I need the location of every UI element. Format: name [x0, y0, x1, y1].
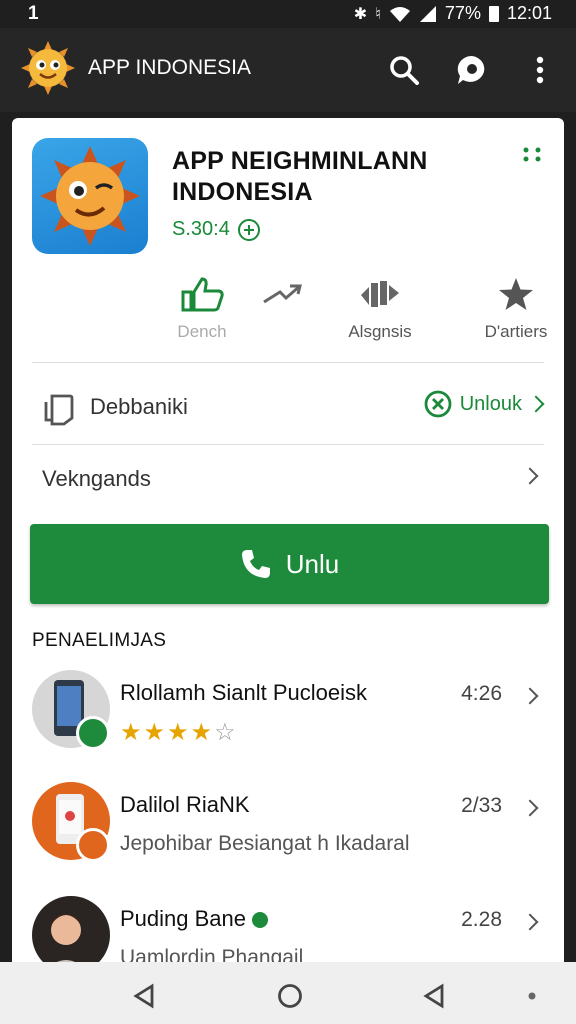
wifi-icon [389, 6, 410, 22]
status-bar: 1 ✱ ♮ 77% 12:01 [0, 0, 576, 28]
signal-icon [419, 5, 436, 22]
badge-icon [76, 716, 110, 750]
chat-button[interactable] [452, 50, 492, 90]
back-button[interactable] [130, 982, 158, 1010]
search-button[interactable] [384, 50, 424, 90]
overflow-menu-button[interactable] [520, 50, 560, 90]
star-empty-icon: ☆ [214, 719, 238, 746]
battery-percent: 77% [444, 3, 481, 23]
list-item-value: 4:26 [461, 682, 502, 705]
star-filled-icon: ★ [143, 719, 168, 746]
stat-label: Alsgnsis [348, 322, 412, 341]
app-stats: Dench Alsgnsis D'artiers [152, 274, 552, 344]
chevron-right-icon [521, 467, 539, 485]
dot-icon [528, 992, 536, 1000]
home-button[interactable] [276, 982, 304, 1010]
price: S.30:4 [172, 218, 260, 241]
menu-dot-button[interactable] [518, 982, 546, 1010]
stat-dartiers[interactable]: D'artiers [466, 274, 564, 342]
list-item-value: 2.28 [461, 908, 502, 931]
badge-icon [76, 828, 110, 862]
app-bar-title: APP INDONESIA [88, 56, 251, 79]
app-name: APP NEIGHMINLANN INDONESIA [172, 147, 428, 206]
send-icon [263, 284, 302, 304]
sun-mascot-icon [40, 146, 140, 246]
stat-label: Dench [177, 322, 227, 341]
versions-label: Vekngands [42, 466, 151, 491]
stack-icon [361, 281, 399, 307]
add-icon[interactable] [237, 218, 260, 241]
list-item-value: 2/33 [461, 794, 502, 817]
search-icon [390, 56, 419, 85]
thumbs-up-icon [181, 277, 224, 312]
star-icon [499, 278, 533, 310]
app-details-card: APP NEIGHMINLANN INDONESIA S.30:4 Dench … [12, 118, 564, 978]
status-icons: ✱ ♮ 77% 12:01 [354, 3, 552, 24]
phone-icon [241, 550, 270, 578]
app-icon [32, 138, 148, 254]
back-triangle-icon [423, 983, 444, 1009]
grid-dots-icon[interactable] [522, 146, 544, 162]
back-icon [133, 983, 154, 1009]
clock: 12:01 [506, 3, 552, 23]
details-label: Debbaniki [90, 394, 188, 419]
list-item[interactable]: Rlollamh Sianlt Pucloeisk ★★★★☆ 4:26 [12, 670, 564, 770]
star-filled-icon: ★ [167, 719, 191, 746]
chevron-right-icon [521, 913, 539, 931]
verified-icon [252, 912, 269, 929]
chat-icon [457, 55, 485, 84]
chevron-right-icon [521, 799, 539, 817]
rating-stars: ★★★★☆ [120, 718, 238, 747]
list-item-title: Dalilol RiaNK [120, 792, 250, 817]
section-title: PENAELIMJAS [32, 630, 167, 651]
app-bar: APP INDONESIA [0, 28, 576, 112]
chevron-right-icon [521, 687, 539, 705]
unlock-label: Unlouk [459, 392, 522, 415]
call-button-label: Unlu [285, 548, 340, 579]
system-nav-bar [0, 962, 576, 1024]
more-vert-icon [536, 56, 544, 84]
call-button[interactable]: Unlu [30, 524, 549, 604]
stat-label: D'artiers [484, 322, 548, 341]
details-row[interactable]: Debbaniki Unlouk [12, 370, 564, 440]
home-icon [278, 984, 302, 1008]
close-circle-icon [424, 390, 452, 418]
list-item-subtitle: Jepohibar Besiangat h Ikadaral [120, 832, 410, 855]
recents-button[interactable] [420, 982, 448, 1010]
copy-icon [44, 394, 74, 426]
unlock-action[interactable]: Unlouk [424, 390, 545, 418]
chevron-right-icon [527, 395, 545, 413]
stat-alsgnsis[interactable]: Alsgnsis [330, 274, 430, 342]
sun-logo-icon[interactable] [20, 40, 76, 96]
divider [32, 362, 544, 363]
price-text: S.30:4 [172, 218, 230, 240]
star-filled-icon: ★ [120, 719, 144, 746]
bluetooth-icon: ✱ [353, 5, 368, 23]
list-item-title: Puding Bane [120, 906, 269, 932]
versions-row[interactable]: Vekngands [12, 442, 564, 512]
list-item-title: Rlollamh Sianlt Pucloeisk [120, 680, 367, 705]
stat-send[interactable] [232, 274, 332, 322]
vibrate-icon: ♮ [375, 5, 381, 23]
notification-indicator: 1 [28, 3, 39, 24]
star-filled-icon: ★ [190, 719, 215, 746]
list-item[interactable]: Dalilol RiaNK Jepohibar Besiangat h Ikad… [12, 782, 564, 882]
battery-icon [488, 5, 499, 22]
